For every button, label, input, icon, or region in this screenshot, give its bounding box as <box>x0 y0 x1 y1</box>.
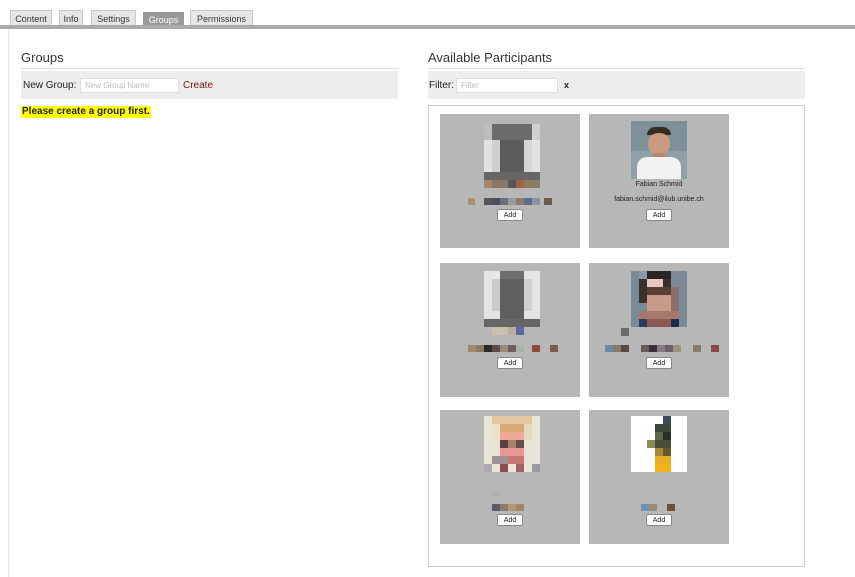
add-participant-button[interactable]: Add <box>497 357 523 369</box>
tab-groups[interactable]: Groups <box>143 12 184 26</box>
filter-bar: Filter: x <box>428 71 805 99</box>
participant-email: fabian.schmid@ilub.unibe.ch <box>614 196 704 203</box>
participant-avatar <box>484 416 540 488</box>
name-placeholder <box>468 345 476 352</box>
tab-underline <box>0 25 855 29</box>
tab-permissions[interactable]: Permissions <box>190 10 253 26</box>
participant-card: Add <box>589 263 729 397</box>
new-group-input[interactable] <box>80 78 179 93</box>
participants-grid: Add Fabian Schmid fabian.schmid@ilub.uni… <box>428 105 805 567</box>
new-group-label: New Group: <box>23 80 77 91</box>
tab-content[interactable]: Content <box>10 10 52 26</box>
no-group-warning: Please create a group first. <box>21 106 151 118</box>
add-participant-button[interactable]: Add <box>646 357 672 369</box>
tab-bar: Content Info Settings Groups Permissions <box>0 0 855 29</box>
participant-card: Fabian Schmid fabian.schmid@ilub.unibe.c… <box>589 114 729 248</box>
add-participant-button[interactable]: Add <box>497 209 523 221</box>
participant-avatar <box>631 416 687 488</box>
participant-avatar <box>631 121 687 179</box>
participant-card: Add <box>589 410 729 544</box>
tab-settings[interactable]: Settings <box>91 10 136 26</box>
filter-input[interactable] <box>456 78 558 93</box>
new-group-bar: New Group: Create <box>21 71 398 99</box>
participant-avatar <box>621 271 687 343</box>
groups-title: Groups <box>21 50 64 65</box>
tab-info[interactable]: Info <box>59 10 83 26</box>
add-participant-button[interactable]: Add <box>646 514 672 526</box>
participants-title: Available Participants <box>428 50 553 65</box>
groups-title-rule <box>21 68 398 69</box>
add-participant-button[interactable]: Add <box>646 209 672 221</box>
participant-card: Add <box>440 114 580 248</box>
participant-name: Fabian Schmid <box>635 181 683 188</box>
participants-title-rule <box>428 68 805 69</box>
participant-card: Add <box>440 263 580 397</box>
filter-label: Filter: <box>429 80 454 91</box>
participant-card: Add <box>440 410 580 544</box>
name-placeholder <box>468 198 475 205</box>
content-border <box>8 29 9 577</box>
participant-avatar <box>484 271 540 343</box>
participant-avatar <box>484 124 540 196</box>
clear-filter-button[interactable]: x <box>564 80 569 90</box>
add-participant-button[interactable]: Add <box>497 514 523 526</box>
name-placeholder <box>605 345 613 352</box>
name-placeholder <box>641 504 649 511</box>
create-button[interactable]: Create <box>183 80 213 91</box>
